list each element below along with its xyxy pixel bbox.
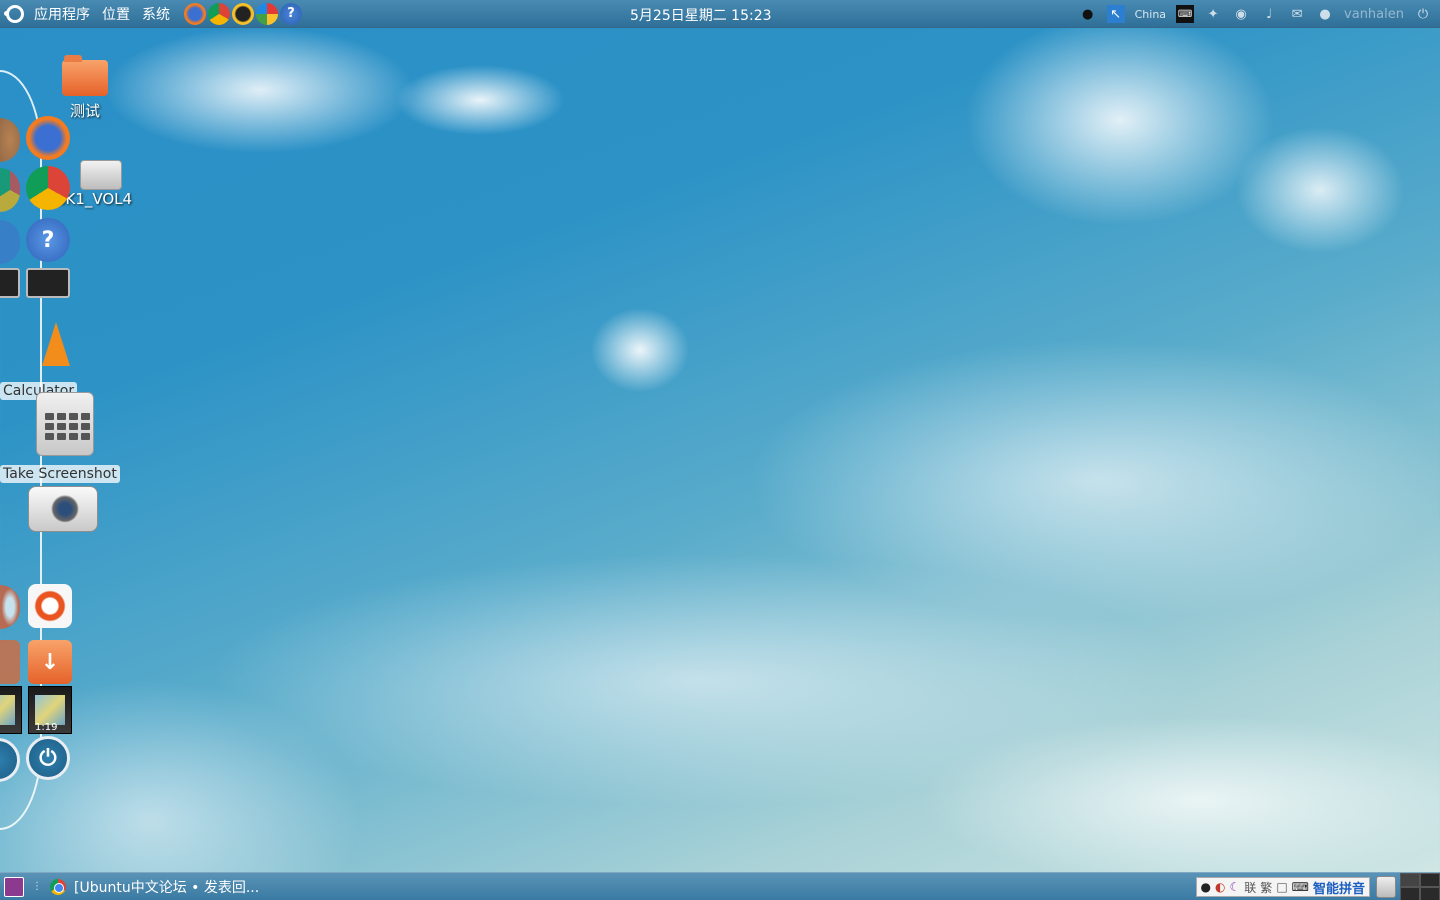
wireless-tray-icon[interactable]: ◉ xyxy=(1232,5,1250,23)
ime-mode-icon[interactable]: ◐ xyxy=(1215,880,1225,894)
camera-lens-icon xyxy=(51,495,79,523)
photo-thumbnail xyxy=(35,695,65,725)
top-panel: 应用程序 位置 系统 ? 5月25日星期二 15:23 ● ↖ China ⌨ … xyxy=(0,0,1440,28)
ime-lian-button[interactable]: 联 xyxy=(1244,879,1256,896)
dock-photo-shadow-icon xyxy=(0,686,22,734)
taskbar-window-button[interactable]: [Ubuntu中文论坛 • 发表回... xyxy=(50,877,259,897)
help-icon[interactable]: ? xyxy=(280,2,302,25)
dock-firefox-icon[interactable] xyxy=(26,116,70,160)
menu-system[interactable]: 系统 xyxy=(142,4,170,24)
ime-keyboard-icon[interactable]: ⌨ xyxy=(1292,880,1309,894)
dock-terminal-shadow-icon xyxy=(0,268,20,298)
dock-downloads-icon[interactable]: ↓ xyxy=(28,640,72,684)
menu-places[interactable]: 位置 xyxy=(102,4,130,24)
top-panel-left: 应用程序 位置 系统 ? xyxy=(0,0,302,28)
keyboard-tray-icon[interactable]: ⌨ xyxy=(1176,5,1195,23)
workspace-switcher[interactable] xyxy=(1400,873,1440,900)
dock-downloads-shadow xyxy=(0,640,20,684)
taskbar-window-title: [Ubuntu中文论坛 • 发表回... xyxy=(74,879,260,896)
input-method-bar: ● ◐ ☾ 联 繁 □ ⌨ 智能拼音 xyxy=(1195,877,1370,897)
menu-applications[interactable]: 应用程序 xyxy=(34,4,90,24)
locale-label[interactable]: China xyxy=(1135,8,1166,21)
screenshot-tooltip: Take Screenshot xyxy=(0,465,120,483)
network-tray-icon[interactable]: ↖ xyxy=(1106,5,1125,23)
calculator-keypad xyxy=(45,413,90,440)
disk-drive-icon xyxy=(80,160,123,190)
chrome-icon[interactable] xyxy=(208,2,230,25)
clock[interactable]: 5月25日星期二 15:23 xyxy=(630,5,772,25)
ime-moon-icon[interactable]: ☾ xyxy=(1230,880,1241,894)
dock-ubuntu-icon[interactable] xyxy=(28,584,72,628)
firefox-icon[interactable] xyxy=(184,2,206,25)
workspace-2[interactable] xyxy=(1420,873,1440,887)
dock-help-icon[interactable]: ? xyxy=(26,218,70,262)
dock-vlc-icon[interactable] xyxy=(42,322,70,366)
chrome-task-icon xyxy=(50,878,66,895)
photo-caption: 1:19 xyxy=(35,722,58,733)
qq-tray-icon[interactable]: ● xyxy=(1079,5,1097,23)
qq-icon[interactable] xyxy=(232,2,254,25)
dock-power-icon[interactable]: ⏻ xyxy=(26,736,70,780)
mail-icon[interactable]: ✉ xyxy=(1288,5,1306,23)
plug-tray-icon[interactable]: ✦ xyxy=(1204,5,1222,23)
ime-penguin-icon[interactable]: ● xyxy=(1201,880,1211,894)
bottom-panel: ⋮ [Ubuntu中文论坛 • 发表回... ● ◐ ☾ 联 繁 □ ⌨ 智能拼… xyxy=(0,872,1440,900)
workspace-3[interactable] xyxy=(1400,887,1420,900)
volume-icon[interactable]: ♩ xyxy=(1260,5,1278,23)
dock-screenshot-icon[interactable] xyxy=(28,486,98,532)
workspace-1[interactable] xyxy=(1400,873,1420,887)
picasa-icon[interactable] xyxy=(256,2,278,25)
desktop-folder[interactable]: 测试 xyxy=(62,55,108,121)
folder-label: 测试 xyxy=(69,102,100,120)
dock-chrome-icon[interactable] xyxy=(26,166,70,210)
chat-icon[interactable]: ● xyxy=(1316,5,1334,23)
ime-engine-label[interactable]: 智能拼音 xyxy=(1313,878,1365,897)
folder-icon xyxy=(62,55,108,96)
dock-calculator-icon[interactable] xyxy=(36,392,94,456)
ubuntu-logo-icon[interactable] xyxy=(4,4,24,23)
dock-photo-icon[interactable]: 1:19 xyxy=(28,686,72,734)
dock-terminal-icon[interactable] xyxy=(26,268,70,298)
panel-grip-icon[interactable]: ⋮ xyxy=(32,881,42,892)
trash-icon[interactable] xyxy=(1376,876,1396,898)
workspace-4[interactable] xyxy=(1420,887,1440,900)
ime-traditional-button[interactable]: 繁 xyxy=(1260,879,1272,896)
quick-launcher: ? xyxy=(184,2,302,25)
show-desktop-button[interactable] xyxy=(4,876,24,897)
username[interactable]: vanhalen xyxy=(1344,7,1404,22)
power-icon[interactable]: ⏻ xyxy=(1414,5,1432,23)
system-tray: ● ↖ China ⌨ ✦ ◉ ♩ ✉ ● vanhalen ⏻ xyxy=(1079,0,1432,28)
ime-lock-icon[interactable]: □ xyxy=(1276,880,1287,894)
